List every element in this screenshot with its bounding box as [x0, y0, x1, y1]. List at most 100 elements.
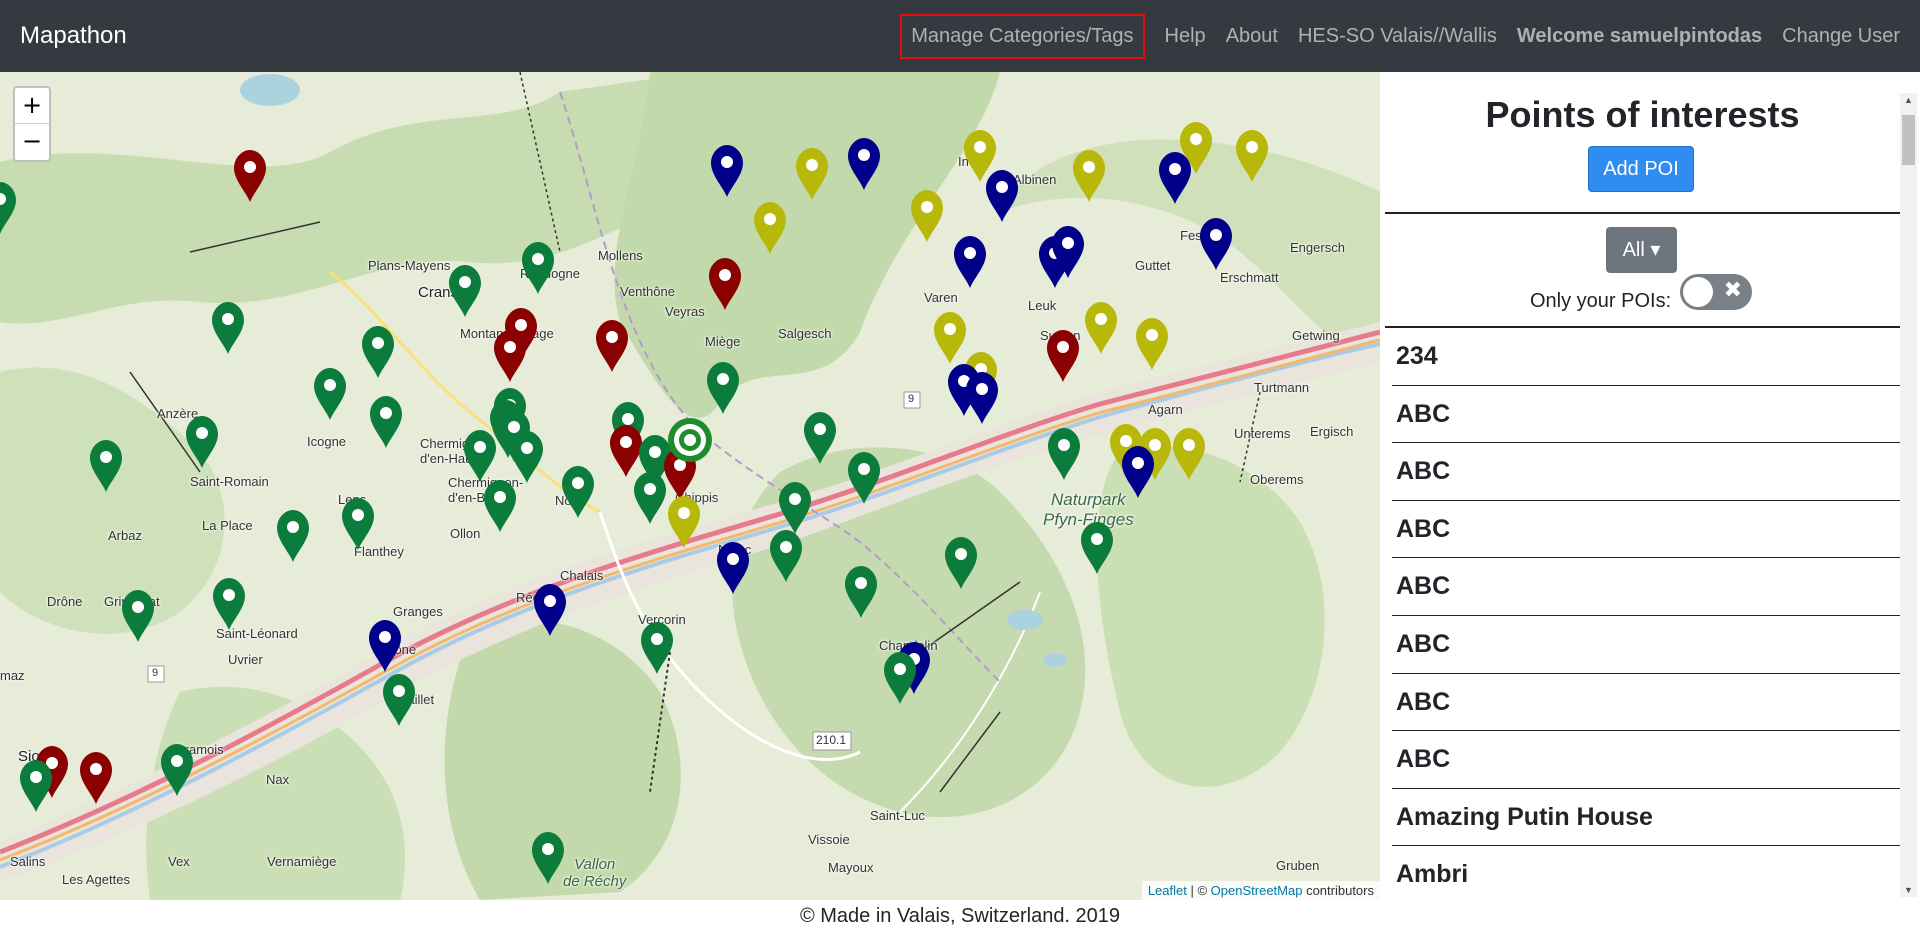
- yellow-map-marker-icon[interactable]: [1136, 318, 1168, 370]
- sidebar-scrollbar[interactable]: ▲ ▼: [1900, 93, 1917, 897]
- green-map-marker-icon[interactable]: [161, 744, 193, 796]
- blue-map-marker-icon[interactable]: [1200, 218, 1232, 270]
- red-map-marker-icon[interactable]: [709, 258, 741, 310]
- yellow-map-marker-icon[interactable]: [668, 496, 700, 548]
- nav-about[interactable]: About: [1226, 25, 1278, 48]
- green-map-marker-icon[interactable]: [212, 302, 244, 354]
- poi-list-item[interactable]: ABC: [1392, 443, 1900, 501]
- green-map-marker-icon[interactable]: [383, 674, 415, 726]
- blue-map-marker-icon[interactable]: [986, 170, 1018, 222]
- green-map-marker-icon[interactable]: [213, 578, 245, 630]
- divider: [1385, 212, 1900, 214]
- yellow-map-marker-icon[interactable]: [796, 148, 828, 200]
- poi-list-item[interactable]: 234: [1392, 328, 1900, 386]
- zoom-control: + −: [13, 86, 51, 162]
- green-map-marker-icon[interactable]: [362, 326, 394, 378]
- yellow-map-marker-icon[interactable]: [964, 130, 996, 182]
- green-map-marker-icon[interactable]: [1048, 428, 1080, 480]
- green-map-marker-icon[interactable]: [532, 832, 564, 884]
- poi-list-item[interactable]: ABC: [1392, 558, 1900, 616]
- map[interactable]: Mollens Randogne Plans-Mayens Crans Mont…: [0, 72, 1380, 900]
- green-map-marker-icon[interactable]: [641, 622, 673, 674]
- poi-markers: [0, 122, 1268, 884]
- blue-map-marker-icon[interactable]: [711, 145, 743, 197]
- red-map-marker-icon[interactable]: [80, 752, 112, 804]
- green-map-marker-icon[interactable]: [945, 537, 977, 589]
- green-map-marker-icon[interactable]: [804, 412, 836, 464]
- osm-link[interactable]: OpenStreetMap: [1211, 883, 1303, 898]
- blue-map-marker-icon[interactable]: [1122, 446, 1154, 498]
- leaflet-link[interactable]: Leaflet: [1148, 883, 1187, 898]
- scroll-up-icon[interactable]: ▲: [1904, 95, 1913, 105]
- yellow-map-marker-icon[interactable]: [754, 202, 786, 254]
- green-map-marker-icon[interactable]: [20, 760, 52, 812]
- nav-manage-categories[interactable]: Manage Categories/Tags: [900, 13, 1145, 59]
- red-map-marker-icon[interactable]: [610, 425, 642, 477]
- scroll-down-icon[interactable]: ▼: [1904, 885, 1913, 895]
- green-map-marker-icon[interactable]: [779, 482, 811, 534]
- yellow-map-marker-icon[interactable]: [1173, 428, 1205, 480]
- yellow-map-marker-icon[interactable]: [911, 190, 943, 242]
- blue-map-marker-icon[interactable]: [1159, 152, 1191, 204]
- yellow-map-marker-icon[interactable]: [1236, 130, 1268, 182]
- brand-logo[interactable]: Mapathon: [20, 22, 127, 50]
- add-poi-button[interactable]: Add POI: [1588, 146, 1694, 192]
- nav-help[interactable]: Help: [1165, 25, 1206, 48]
- yellow-map-marker-icon[interactable]: [1073, 150, 1105, 202]
- blue-map-marker-icon[interactable]: [369, 620, 401, 672]
- red-map-marker-icon[interactable]: [494, 330, 526, 382]
- footer: © Made in Valais, Switzerland. 2019: [799, 905, 1121, 927]
- zoom-in-button[interactable]: +: [15, 88, 49, 124]
- blue-map-marker-icon[interactable]: [954, 236, 986, 288]
- red-map-marker-icon[interactable]: [596, 320, 628, 372]
- red-map-marker-icon[interactable]: [1047, 330, 1079, 382]
- green-map-marker-icon[interactable]: [122, 590, 154, 642]
- map-attribution: Leaflet | © OpenStreetMap contributors: [1141, 881, 1380, 900]
- green-map-marker-icon[interactable]: [0, 182, 16, 234]
- red-map-marker-icon[interactable]: [234, 150, 266, 202]
- yellow-map-marker-icon[interactable]: [1085, 302, 1117, 354]
- green-map-marker-icon[interactable]: [884, 652, 916, 704]
- scrollbar-thumb[interactable]: [1902, 115, 1915, 165]
- green-map-marker-icon[interactable]: [562, 466, 594, 518]
- green-map-marker-icon[interactable]: [277, 510, 309, 562]
- only-your-pois-toggle[interactable]: ✖: [1680, 274, 1752, 310]
- attribution-suffix: contributors: [1302, 883, 1374, 898]
- green-map-marker-icon[interactable]: [634, 472, 666, 524]
- green-map-marker-icon[interactable]: [90, 440, 122, 492]
- green-map-marker-icon[interactable]: [511, 431, 543, 483]
- green-map-marker-icon[interactable]: [770, 530, 802, 582]
- category-filter-dropdown[interactable]: All ▾: [1606, 227, 1677, 273]
- poi-list-item[interactable]: ABC: [1392, 674, 1900, 732]
- yellow-map-marker-icon[interactable]: [934, 312, 966, 364]
- green-map-marker-icon[interactable]: [370, 396, 402, 448]
- poi-list: 234 ABC ABC ABC ABC ABC ABC ABC Amazing Putin Ho…: [1392, 328, 1900, 900]
- nav-hes-so[interactable]: HES-SO Valais//Wallis: [1298, 25, 1497, 48]
- poi-list-item[interactable]: Ambri: [1392, 846, 1900, 900]
- green-map-marker-icon[interactable]: [464, 430, 496, 482]
- green-map-marker-icon[interactable]: [484, 480, 516, 532]
- green-map-marker-icon[interactable]: [522, 242, 554, 294]
- green-map-marker-icon[interactable]: [1081, 522, 1113, 574]
- poi-list-item[interactable]: ABC: [1392, 616, 1900, 674]
- blue-map-marker-icon[interactable]: [717, 542, 749, 594]
- selected-location-marker-icon[interactable]: [668, 418, 712, 462]
- poi-list-item[interactable]: ABC: [1392, 731, 1900, 789]
- poi-list-item[interactable]: ABC: [1392, 386, 1900, 444]
- green-map-marker-icon[interactable]: [707, 362, 739, 414]
- green-map-marker-icon[interactable]: [848, 452, 880, 504]
- blue-map-marker-icon[interactable]: [966, 372, 998, 424]
- toggle-knob: [1683, 277, 1713, 307]
- poi-list-item[interactable]: ABC: [1392, 501, 1900, 559]
- green-map-marker-icon[interactable]: [186, 416, 218, 468]
- poi-list-item[interactable]: Amazing Putin House: [1392, 789, 1900, 847]
- zoom-out-button[interactable]: −: [15, 124, 49, 160]
- green-map-marker-icon[interactable]: [342, 498, 374, 550]
- nav-change-user[interactable]: Change User: [1782, 25, 1900, 48]
- attribution-separator: | ©: [1186, 883, 1211, 898]
- green-map-marker-icon[interactable]: [314, 368, 346, 420]
- green-map-marker-icon[interactable]: [845, 566, 877, 618]
- blue-map-marker-icon[interactable]: [848, 138, 880, 190]
- blue-map-marker-icon[interactable]: [534, 584, 566, 636]
- green-map-marker-icon[interactable]: [449, 265, 481, 317]
